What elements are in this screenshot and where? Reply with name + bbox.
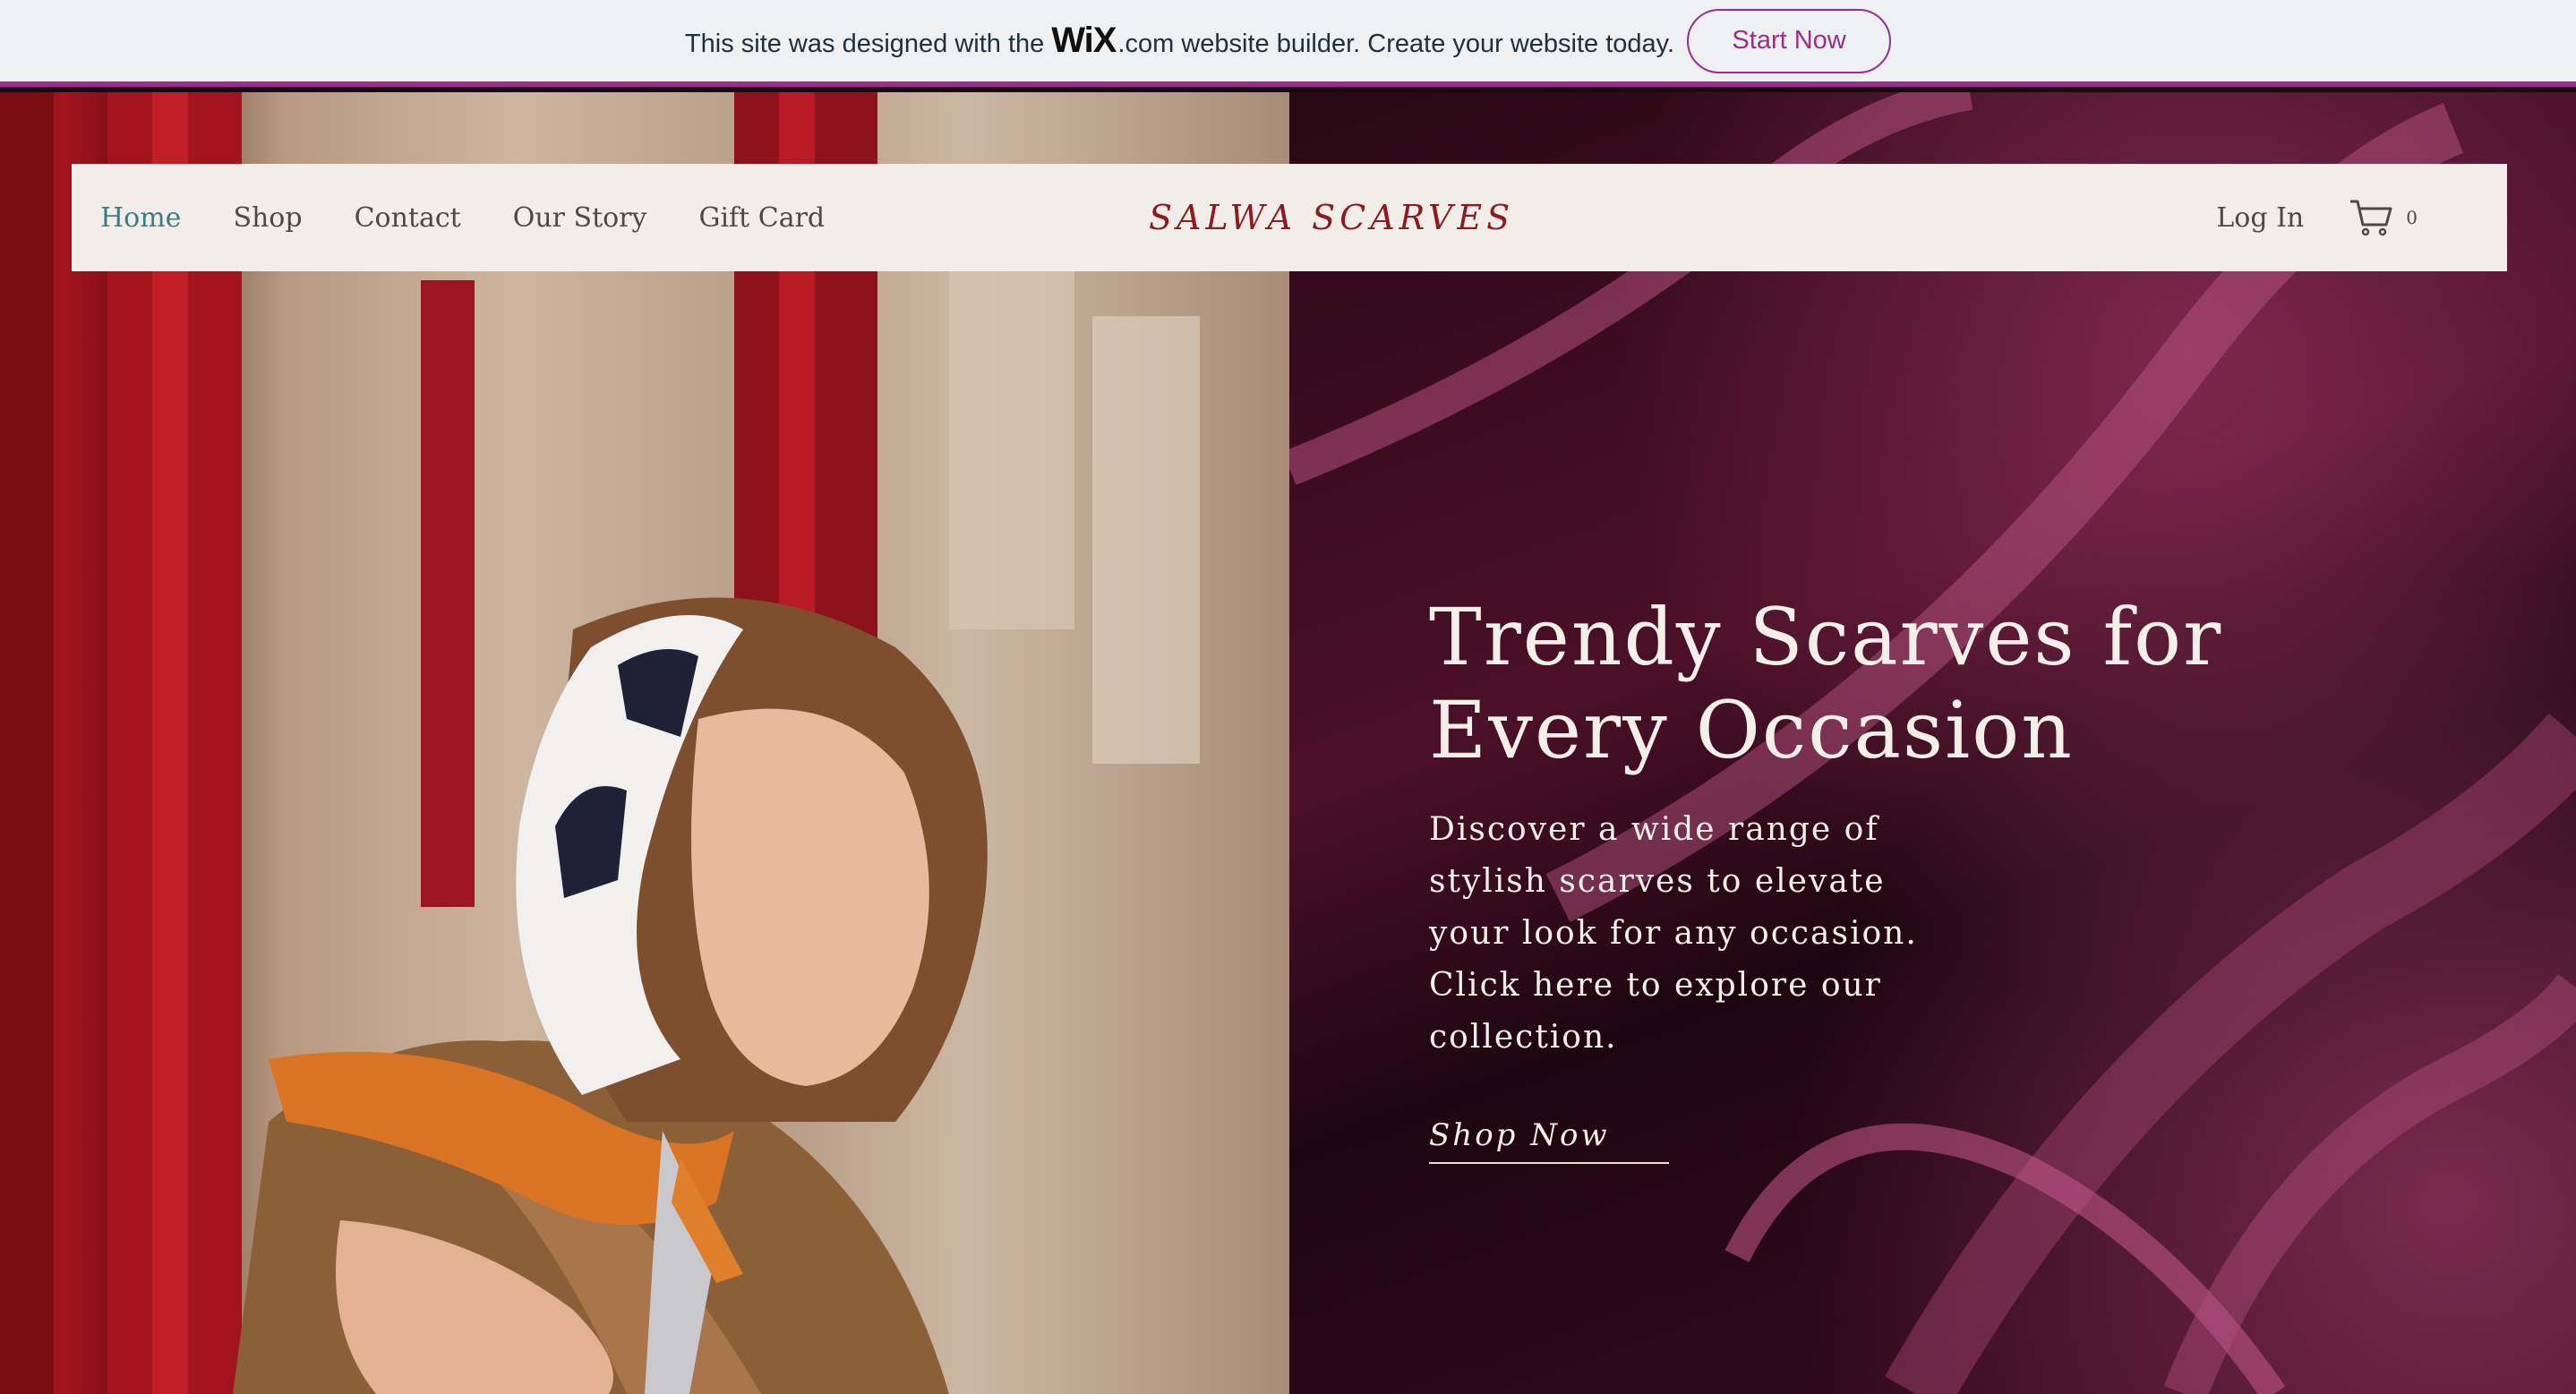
nav-home[interactable]: Home: [100, 202, 181, 234]
hero-title: Trendy Scarves for Every Occasion: [1429, 591, 2223, 776]
nav-gift-card[interactable]: Gift Card: [698, 202, 825, 234]
banner-text-before: This site was designed with the: [684, 30, 1045, 58]
cart-button[interactable]: 0: [2349, 198, 2418, 237]
wix-banner: This site was designed with the WiX .com…: [0, 0, 2576, 87]
hero-description: Discover a wide range of stylish scarves…: [1429, 811, 1918, 1056]
nav-menu: Home Shop Contact Our Story Gift Card: [72, 164, 877, 271]
hero-photo-woman-scarf: [0, 92, 1289, 1394]
hero-section: Trendy Scarves for Every Occasion Discov…: [0, 92, 2576, 1394]
login-link[interactable]: Log In: [2216, 202, 2304, 234]
wix-dotcom: .com: [1117, 30, 1175, 58]
site-header-nav: Home Shop Contact Our Story Gift Card SA…: [72, 164, 2507, 271]
brand-logo[interactable]: SALWA SCARVES: [1149, 198, 1510, 237]
wix-logo: WiX: [1051, 21, 1117, 60]
cart-count: 0: [2406, 207, 2418, 228]
cart-icon: [2350, 200, 2392, 236]
nav-contact[interactable]: Contact: [355, 202, 461, 234]
nav-actions: Log In 0: [2216, 164, 2418, 271]
hero-text-block: Trendy Scarves for Every Occasion Discov…: [1429, 591, 2235, 1164]
shop-now-link[interactable]: Shop Now: [1429, 1117, 1669, 1164]
wix-banner-text: This site was designed with the WiX .com…: [685, 21, 1674, 61]
nav-our-story[interactable]: Our Story: [513, 202, 647, 234]
nav-shop[interactable]: Shop: [233, 202, 302, 234]
banner-text-after: website builder. Create your website tod…: [1181, 30, 1675, 58]
hero-photo-illustration: [0, 92, 1200, 1394]
start-now-button[interactable]: Start Now: [1687, 8, 1892, 73]
